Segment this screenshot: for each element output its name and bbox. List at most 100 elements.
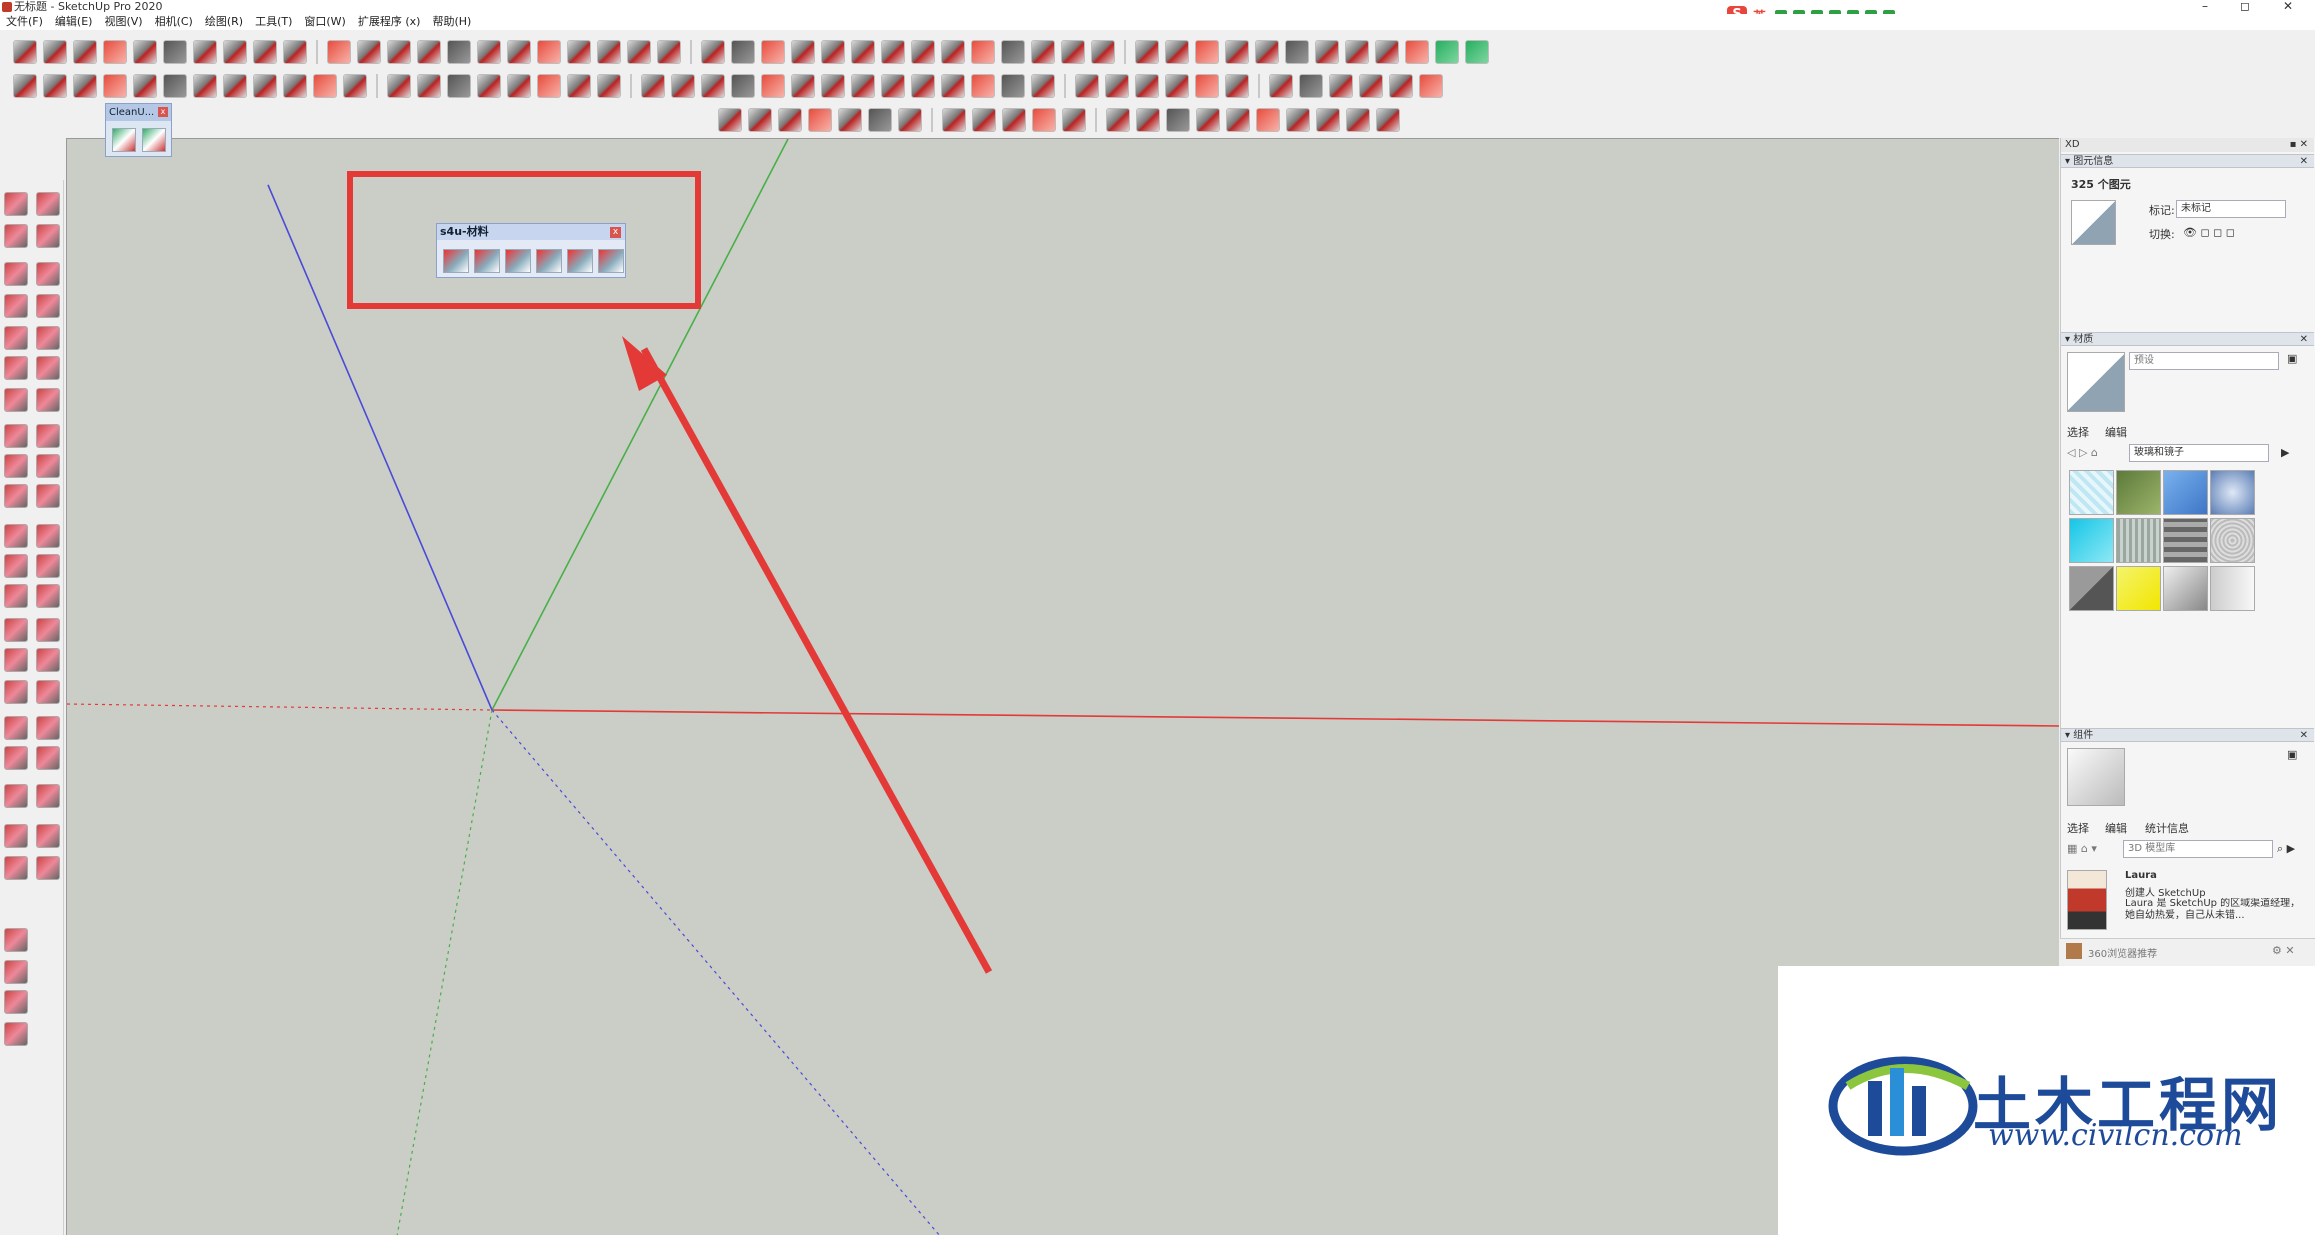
tb1-tool-23-icon[interactable]	[701, 40, 725, 64]
entity-info-header[interactable]: ▾ 图元信息 ✕	[2061, 154, 2314, 168]
tb3-tool-20-icon[interactable]	[1316, 108, 1340, 132]
material-details-icon[interactable]: ▶	[2281, 446, 2289, 459]
tb2-tool-45-icon[interactable]	[1389, 74, 1413, 98]
tray-pin-icon[interactable]: ▪ ✕	[2290, 138, 2308, 152]
left-tool-29-icon[interactable]	[4, 648, 28, 672]
tb2-tool-24-icon[interactable]	[731, 74, 755, 98]
left-tool-4-icon[interactable]	[36, 224, 60, 248]
material-swatch-11[interactable]	[2163, 566, 2208, 611]
left-tool-21-icon[interactable]	[4, 524, 28, 548]
left-tool-7-icon[interactable]	[4, 294, 28, 318]
left-tool-9-icon[interactable]	[4, 326, 28, 350]
tb3-tool-8-icon[interactable]	[942, 108, 966, 132]
s4u-material-tool-5-icon[interactable]	[567, 249, 593, 273]
left-tool-40-icon[interactable]	[36, 824, 60, 848]
tb1-tool-10-icon[interactable]	[283, 40, 307, 64]
left-tool-5-icon[interactable]	[4, 262, 28, 286]
left-tool-12-icon[interactable]	[36, 356, 60, 380]
tb2-tool-46-icon[interactable]	[1419, 74, 1443, 98]
left-tool-2-icon[interactable]	[36, 192, 60, 216]
menu-view[interactable]: 视图(V)	[98, 14, 148, 30]
material-swatch-3[interactable]	[2163, 470, 2208, 515]
components-header[interactable]: ▾ 组件 ✕	[2061, 728, 2314, 742]
menu-tools[interactable]: 工具(T)	[249, 14, 298, 30]
tb2-tool-22-icon[interactable]	[671, 74, 695, 98]
components-tab-select[interactable]: 选择	[2067, 820, 2089, 836]
material-sample-icon[interactable]: ▣	[2287, 352, 2297, 365]
left-tool-28-icon[interactable]	[36, 618, 60, 642]
left-tool-15-icon[interactable]	[4, 424, 28, 448]
component-preview-cube[interactable]	[2067, 748, 2125, 806]
tb2-tool-6-icon[interactable]	[163, 74, 187, 98]
left-tool-37-icon[interactable]	[4, 784, 28, 808]
left-tool-23-icon[interactable]	[4, 554, 28, 578]
tb2-tool-25-icon[interactable]	[761, 74, 785, 98]
tb1-tool-35-icon[interactable]	[1061, 40, 1085, 64]
tb1-tool-27-icon[interactable]	[821, 40, 845, 64]
tb1-tool-42-icon[interactable]	[1285, 40, 1309, 64]
current-material-swatch[interactable]	[2067, 352, 2125, 412]
tb3-tool-15-icon[interactable]	[1166, 108, 1190, 132]
material-swatch-2[interactable]	[2116, 470, 2161, 515]
tb2-tool-10-icon[interactable]	[283, 74, 307, 98]
extension-green-2-icon[interactable]	[1465, 40, 1489, 64]
cleanup-run-icon[interactable]	[112, 128, 136, 152]
extension-green-1-icon[interactable]	[1435, 40, 1459, 64]
left-tool-36-icon[interactable]	[36, 746, 60, 770]
tb2-tool-3-icon[interactable]	[73, 74, 97, 98]
material-swatch-4[interactable]	[2210, 470, 2255, 515]
tb1-tool-28-icon[interactable]	[851, 40, 875, 64]
tb2-tool-5-icon[interactable]	[133, 74, 157, 98]
left-tool-33-icon[interactable]	[4, 716, 28, 740]
tb3-tool-6-icon[interactable]	[868, 108, 892, 132]
tb1-tool-11-icon[interactable]	[327, 40, 351, 64]
tb1-tool-5-icon[interactable]	[133, 40, 157, 64]
s4u-material-tool-3-icon[interactable]	[505, 249, 531, 273]
tb2-tool-18-icon[interactable]	[537, 74, 561, 98]
tb1-tool-37-icon[interactable]	[1135, 40, 1159, 64]
tb1-tool-38-icon[interactable]	[1165, 40, 1189, 64]
tb3-tool-11-icon[interactable]	[1032, 108, 1056, 132]
menu-camera[interactable]: 相机(C)	[149, 14, 199, 30]
close-button[interactable]: ✕	[2268, 0, 2308, 14]
tb1-tool-20-icon[interactable]	[597, 40, 621, 64]
left-extra-tool-2-icon[interactable]	[4, 960, 28, 984]
tb1-tool-16-icon[interactable]	[477, 40, 501, 64]
component-sample-icon[interactable]: ▣	[2287, 748, 2297, 761]
tb2-tool-7-icon[interactable]	[193, 74, 217, 98]
components-close-icon[interactable]: ✕	[2300, 729, 2308, 743]
tb1-tool-40-icon[interactable]	[1225, 40, 1249, 64]
s4u-material-tool-4-icon[interactable]	[536, 249, 562, 273]
tb1-tool-14-icon[interactable]	[417, 40, 441, 64]
material-swatch-10[interactable]	[2116, 566, 2161, 611]
materials-header[interactable]: ▾ 材质 ✕	[2061, 332, 2314, 346]
tb2-tool-39-icon[interactable]	[1195, 74, 1219, 98]
maximize-button[interactable]: ◻	[2225, 0, 2265, 14]
tb2-tool-14-icon[interactable]	[417, 74, 441, 98]
tb3-tool-5-icon[interactable]	[838, 108, 862, 132]
left-tool-42-icon[interactable]	[36, 856, 60, 880]
left-tool-18-icon[interactable]	[36, 454, 60, 478]
left-tool-35-icon[interactable]	[4, 746, 28, 770]
tb1-tool-36-icon[interactable]	[1091, 40, 1115, 64]
tb2-tool-43-icon[interactable]	[1329, 74, 1353, 98]
settings-gear-icon[interactable]: ⚙ ✕	[2272, 944, 2295, 957]
tb1-tool-21-icon[interactable]	[627, 40, 651, 64]
tb3-tool-14-icon[interactable]	[1136, 108, 1160, 132]
left-tool-11-icon[interactable]	[4, 356, 28, 380]
tb2-tool-44-icon[interactable]	[1359, 74, 1383, 98]
tb1-tool-12-icon[interactable]	[357, 40, 381, 64]
left-tool-24-icon[interactable]	[36, 554, 60, 578]
tb3-tool-12-icon[interactable]	[1062, 108, 1086, 132]
tb2-tool-15-icon[interactable]	[447, 74, 471, 98]
tb2-tool-28-icon[interactable]	[851, 74, 875, 98]
tb2-tool-36-icon[interactable]	[1105, 74, 1129, 98]
tb2-tool-20-icon[interactable]	[597, 74, 621, 98]
material-swatch-8[interactable]	[2210, 518, 2255, 563]
left-tool-13-icon[interactable]	[4, 388, 28, 412]
material-name-input[interactable]: 预设	[2129, 352, 2279, 370]
tb1-tool-34-icon[interactable]	[1031, 40, 1055, 64]
left-tool-38-icon[interactable]	[36, 784, 60, 808]
menu-help[interactable]: 帮助(H)	[426, 14, 477, 30]
tb1-tool-39-icon[interactable]	[1195, 40, 1219, 64]
